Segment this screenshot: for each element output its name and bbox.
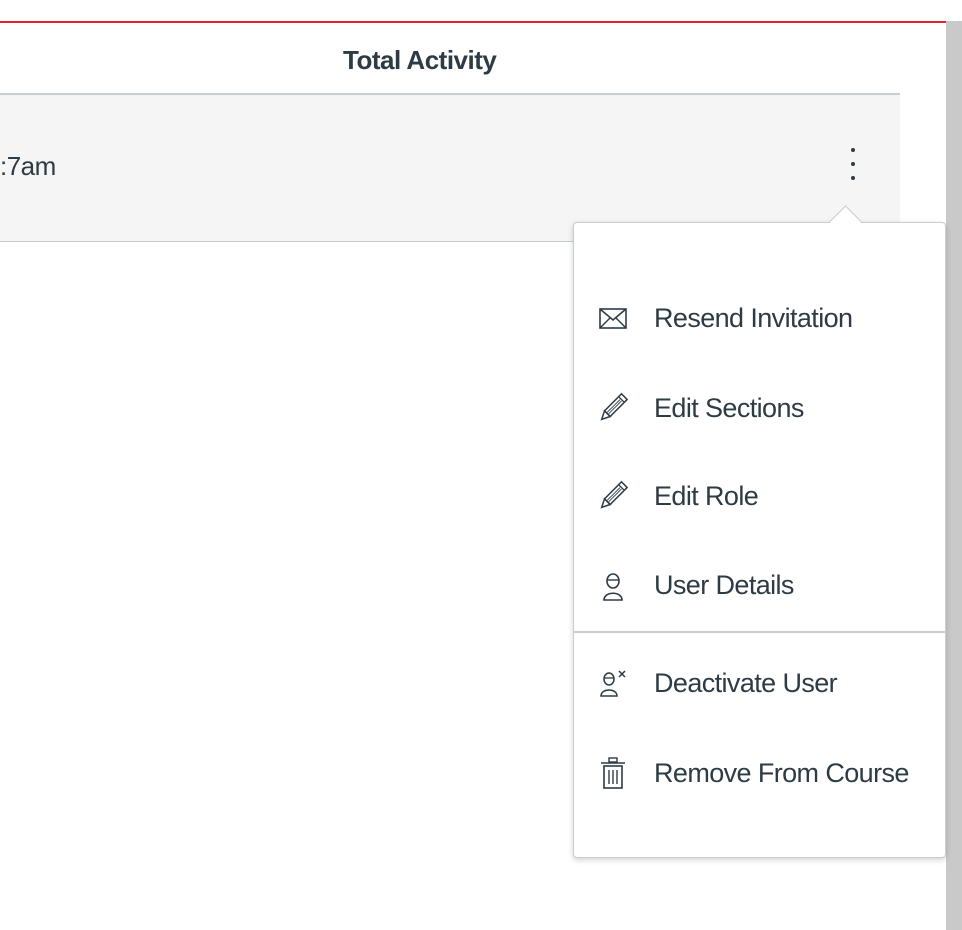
table-header: Total Activity (0, 23, 900, 95)
menu-item-resend-invitation[interactable]: Resend Invitation (574, 288, 945, 348)
menu-item-remove-from-course[interactable]: Remove From Course (574, 743, 945, 803)
menu-item-label: Edit Sections (654, 393, 804, 423)
menu-item-edit-role[interactable]: Edit Role (574, 466, 945, 526)
column-header-total-activity[interactable]: Total Activity (343, 45, 497, 76)
menu-item-user-details[interactable]: User Details (574, 555, 945, 615)
menu-item-label: User Details (654, 570, 794, 600)
trash-icon (596, 756, 630, 790)
menu-item-label: Deactivate User (654, 668, 838, 698)
last-activity-value: :7am (0, 151, 56, 181)
deactivate-user-icon (596, 666, 630, 700)
user-icon (596, 568, 630, 602)
menu-item-deactivate-user[interactable]: Deactivate User (574, 653, 945, 713)
vertical-scrollbar[interactable] (946, 21, 962, 930)
kebab-menu-button[interactable] (838, 145, 868, 187)
table-row: :7am (0, 95, 900, 242)
menu-item-label: Remove From Course (654, 758, 909, 788)
envelope-icon (596, 301, 630, 335)
menu-item-label: Resend Invitation (654, 303, 853, 333)
people-page: Total Activity :7am Resend Invitation Ed… (0, 0, 962, 930)
pencil-icon (596, 479, 630, 513)
user-actions-menu: Resend Invitation Edit Sections Edit Rol… (573, 205, 946, 858)
pencil-icon (596, 391, 630, 425)
menu-item-edit-sections[interactable]: Edit Sections (574, 378, 945, 438)
menu-divider (574, 631, 945, 633)
menu-item-label: Edit Role (654, 481, 759, 511)
